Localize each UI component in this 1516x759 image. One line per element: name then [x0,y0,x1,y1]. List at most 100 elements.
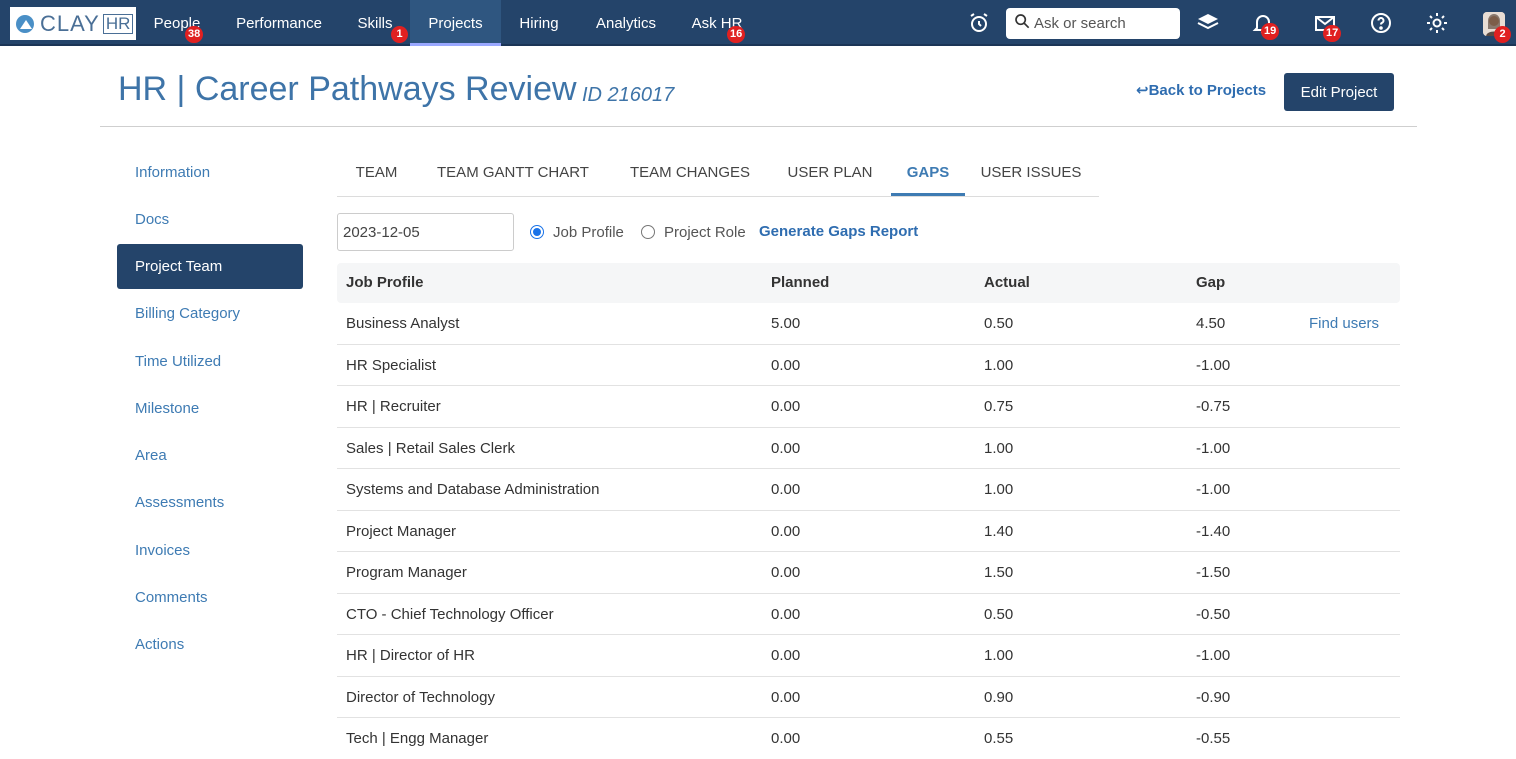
cell-planned: 0.00 [771,398,801,415]
sidebar-item-invoices[interactable]: Invoices [117,528,303,573]
search-bar[interactable] [1006,8,1180,39]
cell-planned: 0.00 [771,439,801,457]
help-icon[interactable] [1369,11,1393,35]
generate-gaps-report-link[interactable]: Generate Gaps Report [759,223,918,240]
cell-actual: 0.90 [984,688,1014,706]
layers-icon[interactable] [1196,11,1220,35]
sidebar-item-milestone[interactable]: Milestone [117,386,303,431]
table-row: HR | Recruiter 0.00 0.75 -0.75 [337,386,1400,428]
tab-team-gantt-chart[interactable]: TEAM GANTT CHART [420,150,606,196]
cell-job-profile: Business Analyst [346,315,460,332]
top-navigation-bar: CLAY HR People 38 Performance Skills 1 P… [0,0,1516,46]
cell-gap: -1.00 [1196,439,1231,457]
cell-actual: 1.50 [984,564,1014,581]
job-profile-radio[interactable] [530,225,544,239]
table-row: CTO - Chief Technology Officer 0.00 0.50… [337,594,1400,635]
tab-gaps[interactable]: GAPS [891,150,965,196]
mail-icon[interactable]: 17 [1313,11,1342,42]
table-row: Program Manager 0.00 1.50 -1.50 [337,552,1400,594]
sidebar-item-billing-category[interactable]: Billing Category [117,291,303,336]
tab-user-plan[interactable]: USER PLAN [773,150,887,196]
cell-gap: -0.50 [1196,605,1231,623]
gaps-date-input[interactable] [337,213,514,251]
tab-user-issues[interactable]: USER ISSUES [969,150,1093,196]
sidebar-item-docs[interactable]: Docs [117,197,303,242]
header-divider [100,126,1417,127]
nav-item-skills[interactable]: Skills 1 [346,0,408,46]
avatar-badge: 2 [1494,26,1511,43]
nav-label: Hiring [519,15,559,32]
gear-icon[interactable] [1425,11,1449,35]
clayhr-logo[interactable]: CLAY HR [10,7,136,40]
job-profile-radio-label[interactable]: Job Profile [553,224,624,241]
cell-actual: 1.00 [984,647,1014,664]
cell-actual: 0.50 [984,315,1014,332]
cell-gap: -1.40 [1196,522,1231,540]
table-row: Business Analyst 5.00 0.50 4.50 Find use… [337,303,1400,345]
sidebar-item-information[interactable]: Information [117,150,303,195]
project-role-radio-label[interactable]: Project Role [664,224,746,241]
cell-gap: -1.00 [1196,481,1231,498]
cell-gap: 4.50 [1196,315,1226,332]
cell-planned: 0.00 [771,522,801,540]
cell-actual: 0.55 [984,730,1014,747]
column-header-actual: Actual [984,274,1030,291]
cell-actual: 1.00 [984,356,1014,374]
tab-team-changes[interactable]: TEAM CHANGES [610,150,770,196]
nav-item-people[interactable]: People 38 [143,0,211,46]
cell-job-profile: Systems and Database Administration [346,481,600,498]
sidebar-item-assessments[interactable]: Assessments [117,480,303,525]
sidebar-item-area[interactable]: Area [117,433,303,478]
cell-planned: 0.00 [771,356,801,374]
logo-text: CLAY [40,10,100,36]
column-header-gap: Gap [1196,274,1226,291]
cell-planned: 0.00 [771,730,801,747]
column-header-job-profile: Job Profile [346,274,424,291]
table-row: Sales | Retail Sales Clerk 0.00 1.00 -1.… [337,428,1400,469]
nav-label: Projects [428,15,483,32]
nav-item-hiring[interactable]: Hiring [507,0,571,46]
page-title: HR | Career Pathways Review [118,70,577,108]
cell-job-profile: CTO - Chief Technology Officer [346,605,554,623]
cell-gap: -0.90 [1196,688,1231,706]
nav-item-projects[interactable]: Projects [410,0,501,46]
table-row: Systems and Database Administration 0.00… [337,469,1400,511]
cell-gap: -1.00 [1196,647,1231,664]
cell-planned: 5.00 [771,315,801,332]
project-id: ID 216017 [582,84,675,106]
nav-label: Performance [236,15,322,32]
tab-team[interactable]: TEAM [337,150,416,196]
sidebar-item-comments[interactable]: Comments [117,575,303,620]
table-row: HR Specialist 0.00 1.00 -1.00 [337,345,1400,386]
find-users-link[interactable]: Find users [1309,303,1379,344]
bell-icon[interactable]: 19 [1251,11,1280,40]
table-row: Project Manager 0.00 1.40 -1.40 [337,511,1400,552]
table-row: Director of Technology 0.00 0.90 -0.90 [337,677,1400,718]
search-input[interactable] [1034,15,1174,32]
nav-item-performance[interactable]: Performance [222,0,336,46]
nav-item-analytics[interactable]: Analytics [583,0,669,46]
table-row: Tech | Engg Manager 0.00 0.55 -0.55 [337,718,1400,747]
cell-planned: 0.00 [771,605,801,623]
edit-project-button[interactable]: Edit Project [1284,73,1394,111]
cell-job-profile: Project Manager [346,522,457,540]
cell-job-profile: HR | Director of HR [346,647,475,664]
cell-planned: 0.00 [771,564,801,581]
nav-item-ask-hr[interactable]: Ask HR 16 [682,0,752,46]
nav-badge: 1 [391,26,408,43]
alarm-clock-icon[interactable] [967,11,991,35]
nav-label: Analytics [595,15,657,32]
cell-actual: 0.75 [984,398,1014,415]
sidebar-item-actions[interactable]: Actions [117,622,303,667]
cell-job-profile: Director of Technology [346,688,495,706]
sidebar-item-project-team[interactable]: Project Team [117,244,303,289]
column-header-planned: Planned [771,274,830,291]
project-role-radio[interactable] [641,225,655,239]
cell-planned: 0.00 [771,481,801,498]
cell-actual: 1.00 [984,481,1014,498]
nav-label: Skills [357,15,393,32]
back-to-projects-link[interactable]: ↩Back to Projects [1136,81,1266,99]
sidebar-item-time-utilized[interactable]: Time Utilized [117,339,303,384]
cell-job-profile: HR | Recruiter [346,398,441,415]
cell-planned: 0.00 [771,647,801,664]
